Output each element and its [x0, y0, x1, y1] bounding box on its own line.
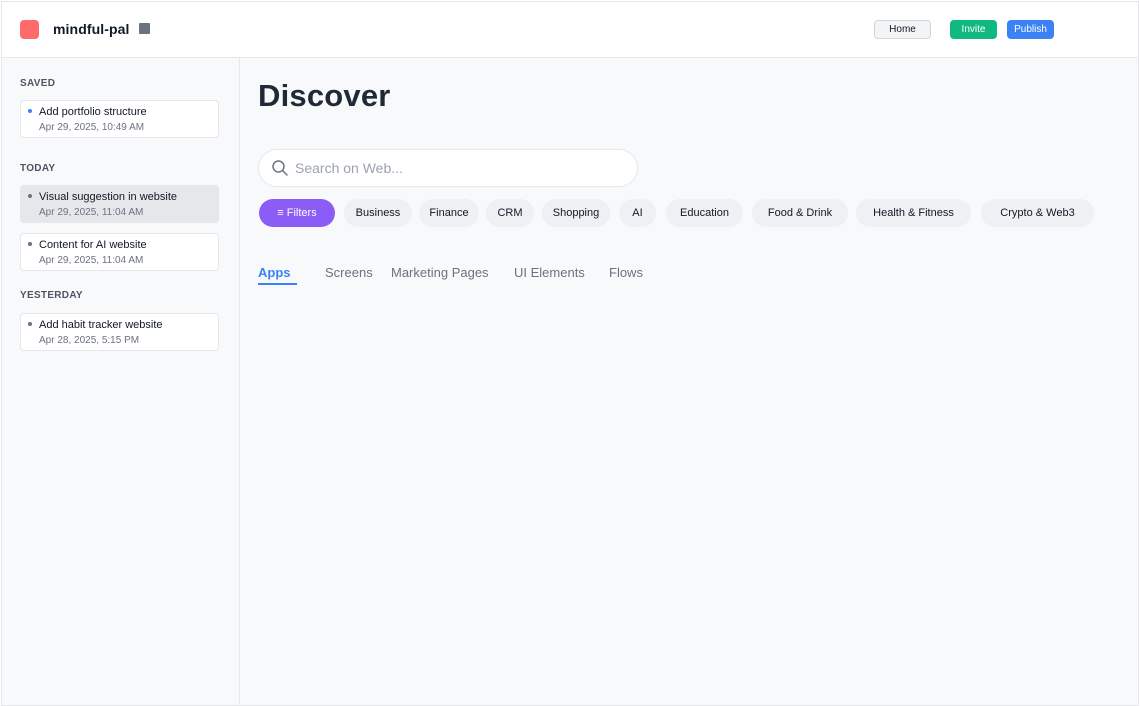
chat-timestamp: Apr 29, 2025, 10:49 AM [39, 122, 145, 133]
invite-button[interactable]: Invite [950, 20, 997, 39]
chat-title: Visual suggestion in website [39, 191, 177, 203]
search-input[interactable] [295, 158, 625, 178]
category-chip-business[interactable]: Business [344, 199, 412, 227]
filters-button[interactable]: ≡ Filters [259, 199, 335, 227]
category-chip-education[interactable]: Education [666, 199, 743, 227]
top-bar: mindful-pal Home Invite Publish [2, 2, 1138, 58]
chat-title: Content for AI website [39, 239, 147, 251]
search-bar[interactable] [258, 149, 638, 187]
tab-marketing-pages[interactable]: Marketing Pages [391, 265, 489, 280]
app-window: mindful-pal Home Invite Publish SAVED Ad… [1, 1, 1139, 706]
category-chip-food-drink[interactable]: Food & Drink [752, 199, 848, 227]
chat-item[interactable]: Add habit tracker website Apr 28, 2025, … [20, 313, 219, 351]
tab-flows[interactable]: Flows [609, 265, 643, 280]
search-icon [272, 160, 288, 176]
project-name: mindful-pal [53, 21, 130, 37]
tab-screens[interactable]: Screens [325, 265, 373, 280]
section-title-yesterday: YESTERDAY [20, 290, 83, 301]
app-logo [20, 20, 39, 39]
category-chip-shopping[interactable]: Shopping [542, 199, 610, 227]
chat-title: Add portfolio structure [39, 106, 147, 118]
chat-item-active[interactable]: Visual suggestion in website Apr 29, 202… [20, 185, 219, 223]
sidebar: SAVED Add portfolio structure Apr 29, 20… [2, 58, 240, 705]
category-chip-crypto-web3[interactable]: Crypto & Web3 [981, 199, 1094, 227]
section-title-saved: SAVED [20, 78, 56, 89]
bullet-icon [28, 242, 32, 246]
bullet-icon [28, 109, 32, 113]
publish-button[interactable]: Publish [1007, 20, 1054, 39]
project-menu-icon[interactable] [139, 23, 150, 34]
page-title: Discover [258, 78, 391, 113]
chat-timestamp: Apr 29, 2025, 11:04 AM [39, 207, 144, 218]
bullet-icon [28, 322, 32, 326]
bullet-icon [28, 194, 32, 198]
home-button[interactable]: Home [874, 20, 931, 39]
chat-item[interactable]: Add portfolio structure Apr 29, 2025, 10… [20, 100, 219, 138]
chat-timestamp: Apr 28, 2025, 5:15 PM [39, 335, 140, 346]
section-title-today: TODAY [20, 163, 56, 174]
tab-apps[interactable]: Apps [258, 265, 291, 280]
chat-title: Add habit tracker website [39, 319, 163, 331]
category-chip-health-fitness[interactable]: Health & Fitness [856, 199, 971, 227]
tab-ui-elements[interactable]: UI Elements [514, 265, 585, 280]
main-content: Discover ≡ Filters Business Finance CRM … [241, 58, 1138, 705]
category-chip-crm[interactable]: CRM [486, 199, 534, 227]
chat-timestamp: Apr 29, 2025, 11:04 AM [39, 255, 144, 266]
chat-item[interactable]: Content for AI website Apr 29, 2025, 11:… [20, 233, 219, 271]
category-chip-ai[interactable]: AI [619, 199, 656, 227]
category-chip-finance[interactable]: Finance [419, 199, 479, 227]
active-tab-indicator [258, 283, 297, 285]
